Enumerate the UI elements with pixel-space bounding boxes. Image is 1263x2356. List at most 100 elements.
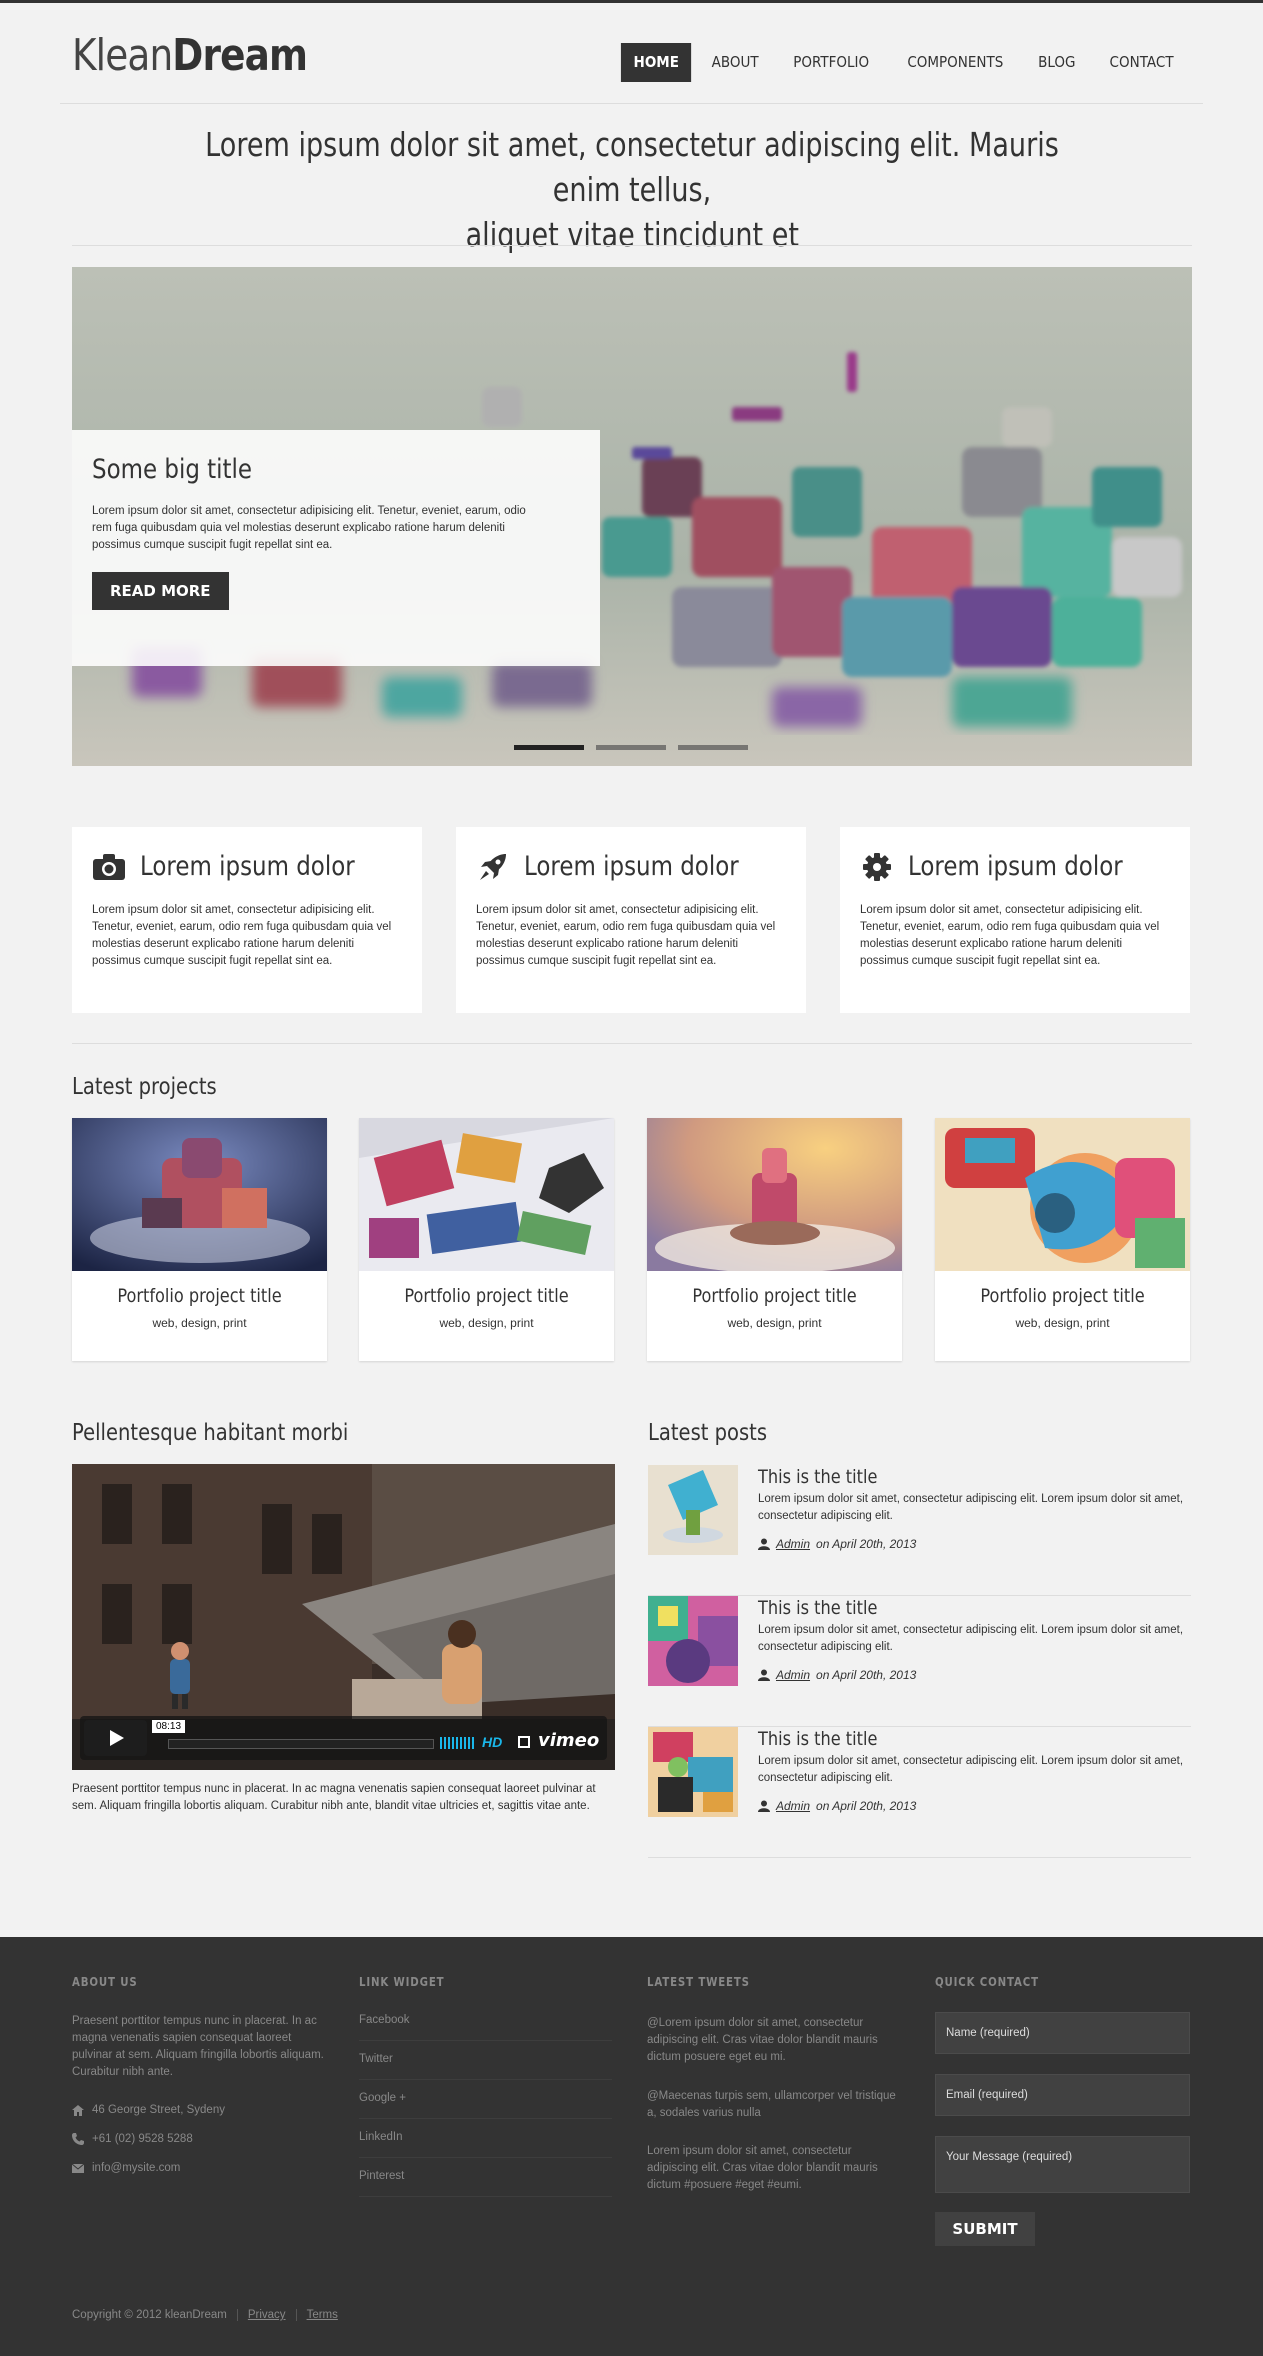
- footer-phone-text: +61 (02) 9528 5288: [92, 2133, 193, 2145]
- post-meta: Admin on April 20th, 2013: [758, 1799, 916, 1813]
- post-excerpt: Lorem ipsum dolor sit amet, consectetur …: [758, 1624, 1184, 1653]
- feature-box-2: Lorem ipsum dolor Lorem ipsum dolor sit …: [456, 827, 806, 1013]
- footer-about-text: Praesent porttitor tempus nunc in placer…: [72, 2015, 324, 2078]
- main-nav: HOME ABOUT PORTFOLIO COMPONENTS BLOG CON…: [617, 43, 1191, 82]
- tagline: Lorem ipsum dolor sit amet, consectetur …: [72, 122, 1192, 257]
- footer-address: 46 George Street, Sydeny: [72, 2104, 225, 2116]
- rocket-icon: [476, 852, 510, 882]
- footer-link-facebook[interactable]: Facebook: [359, 2014, 612, 2041]
- phone-icon: [72, 2133, 84, 2145]
- footer-link-twitter[interactable]: Twitter: [359, 2053, 612, 2080]
- footer-tweets-title: LATEST TWEETS: [647, 1975, 750, 1989]
- portfolio-tags: web, design, print: [1015, 1316, 1110, 1330]
- copyright-text: Copyright © 2012 kleanDream: [72, 2309, 227, 2321]
- hd-label[interactable]: HD: [482, 1734, 502, 1750]
- post-author-link[interactable]: Admin: [776, 1668, 810, 1682]
- tweet-1: @Lorem ipsum dolor sit amet, consectetur…: [647, 2017, 878, 2063]
- user-icon: [758, 1538, 770, 1550]
- post-date: on April 20th, 2013: [816, 1537, 917, 1551]
- tagline-divider: [72, 245, 1192, 246]
- slider-dot-1[interactable]: [514, 745, 584, 750]
- slider-title: Some big title: [92, 454, 253, 485]
- post-date: on April 20th, 2013: [816, 1668, 917, 1682]
- post-meta: Admin on April 20th, 2013: [758, 1668, 916, 1682]
- volume-icon[interactable]: [440, 1737, 474, 1749]
- video-duration: 08:13: [152, 1720, 186, 1733]
- footer-link-linkedin[interactable]: LinkedIn: [359, 2131, 612, 2158]
- read-more-button[interactable]: READ MORE: [92, 572, 229, 610]
- user-icon: [758, 1800, 770, 1812]
- footer-link-pinterest[interactable]: Pinterest: [359, 2170, 612, 2197]
- nav-item-home[interactable]: HOME: [620, 43, 692, 82]
- tagline-line2: aliquet vitae tincidunt et: [465, 215, 799, 254]
- projects-heading: Latest projects: [72, 1074, 217, 1100]
- post-title[interactable]: This is the title: [758, 1597, 877, 1619]
- tweet-2: @Maecenas turpis sem, ullamcorper vel tr…: [647, 2090, 896, 2119]
- terms-link[interactable]: Terms: [307, 2309, 338, 2321]
- video-player[interactable]: 08:13 HD vimeo: [72, 1464, 615, 1770]
- footer-contact-title: QUICK CONTACT: [935, 1975, 1039, 1989]
- post-title[interactable]: This is the title: [758, 1728, 877, 1750]
- footer-separator: [236, 2309, 238, 2321]
- post-author-link[interactable]: Admin: [776, 1537, 810, 1551]
- portfolio-card-3[interactable]: Portfolio project title web, design, pri…: [647, 1118, 902, 1361]
- portfolio-title[interactable]: Portfolio project title: [954, 1285, 1171, 1307]
- footer-about-title: ABOUT US: [72, 1975, 138, 1989]
- post-thumbnail-1[interactable]: [648, 1465, 738, 1555]
- post-thumbnail-2[interactable]: [648, 1596, 738, 1686]
- portfolio-title[interactable]: Portfolio project title: [378, 1285, 595, 1307]
- slider-dot-2[interactable]: [596, 745, 666, 750]
- video-heading: Pellentesque habitant morbi: [72, 1420, 349, 1446]
- footer-email: info@mysite.com: [72, 2162, 180, 2174]
- slider-text: Lorem ipsum dolor sit amet, consectetur …: [92, 505, 526, 551]
- post-title[interactable]: This is the title: [758, 1466, 877, 1488]
- footer-email-text[interactable]: info@mysite.com: [92, 2162, 180, 2174]
- camera-icon: [92, 852, 126, 882]
- footer-link-googleplus[interactable]: Google +: [359, 2092, 612, 2119]
- home-icon: [72, 2104, 84, 2116]
- portfolio-title[interactable]: Portfolio project title: [666, 1285, 883, 1307]
- feature-title: Lorem ipsum dolor: [140, 851, 355, 882]
- nav-item-components[interactable]: COMPONENTS: [894, 43, 1015, 82]
- slider-pagination: [514, 745, 748, 750]
- portfolio-card-1[interactable]: Portfolio project title web, design, pri…: [72, 1118, 327, 1361]
- feature-text: Lorem ipsum dolor sit amet, consectetur …: [92, 904, 392, 967]
- privacy-link[interactable]: Privacy: [248, 2309, 286, 2321]
- portfolio-card-2[interactable]: Portfolio project title web, design, pri…: [359, 1118, 614, 1361]
- user-icon: [758, 1669, 770, 1681]
- portfolio-title[interactable]: Portfolio project title: [91, 1285, 308, 1307]
- site-logo[interactable]: KleanDream: [72, 30, 308, 81]
- video-caption: Praesent porttitor tempus nunc in placer…: [72, 1783, 596, 1812]
- top-accent-bar: [0, 0, 1263, 3]
- footer-bottom: Copyright © 2012 kleanDream Privacy Term…: [72, 2309, 338, 2321]
- video-progress-bar[interactable]: [168, 1739, 434, 1749]
- slider-dot-3[interactable]: [678, 745, 748, 750]
- fullscreen-icon[interactable]: [518, 1736, 530, 1748]
- portfolio-image-4: [935, 1118, 1190, 1271]
- post-item-2: This is the title Lorem ipsum dolor sit …: [648, 1596, 1191, 1727]
- footer-links-title: LINK WIDGET: [359, 1975, 445, 1989]
- post-thumbnail-3[interactable]: [648, 1727, 738, 1817]
- post-excerpt: Lorem ipsum dolor sit amet, consectetur …: [758, 1755, 1184, 1784]
- nav-item-blog[interactable]: BLOG: [1026, 43, 1089, 82]
- portfolio-card-4[interactable]: Portfolio project title web, design, pri…: [935, 1118, 1190, 1361]
- vimeo-logo[interactable]: vimeo: [538, 1730, 599, 1751]
- play-button[interactable]: [84, 1720, 147, 1756]
- tagline-line1: Lorem ipsum dolor sit amet, consectetur …: [205, 125, 1059, 209]
- portfolio-image-2: [359, 1118, 614, 1271]
- post-author-link[interactable]: Admin: [776, 1799, 810, 1813]
- portfolio-image-3: [647, 1118, 902, 1271]
- contact-submit-button[interactable]: SUBMIT: [935, 2212, 1035, 2246]
- tweet-3: Lorem ipsum dolor sit amet, consectetur …: [647, 2145, 878, 2191]
- logo-bold-text: Dream: [172, 30, 308, 81]
- nav-item-contact[interactable]: CONTACT: [1097, 43, 1186, 82]
- post-excerpt: Lorem ipsum dolor sit amet, consectetur …: [758, 1493, 1184, 1522]
- nav-item-portfolio[interactable]: PORTFOLIO: [781, 43, 882, 82]
- contact-email-input[interactable]: Email (required): [935, 2074, 1190, 2116]
- contact-name-input[interactable]: Name (required): [935, 2012, 1190, 2054]
- post-item-1: This is the title Lorem ipsum dolor sit …: [648, 1465, 1191, 1596]
- post-meta: Admin on April 20th, 2013: [758, 1537, 916, 1551]
- posts-heading: Latest posts: [648, 1420, 768, 1446]
- contact-message-textarea[interactable]: Your Message (required): [935, 2136, 1190, 2193]
- nav-item-about[interactable]: ABOUT: [699, 43, 771, 82]
